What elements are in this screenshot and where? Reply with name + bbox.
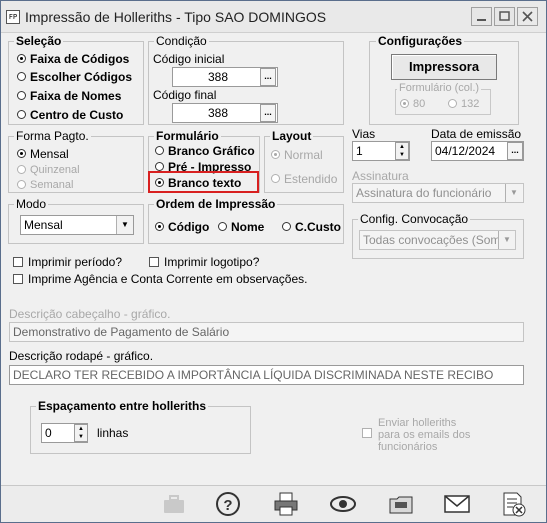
open-folder-button[interactable]	[386, 489, 416, 519]
espacamento-unit: linhas	[97, 426, 129, 440]
radio-branco-grafico[interactable]: Branco Gráfico	[155, 143, 255, 159]
radio-layout-estendido[interactable]: Estendido	[271, 171, 337, 187]
descricao-rodape-label: Descrição rodapé - gráfico.	[9, 349, 154, 363]
radio-ordem-ccusto[interactable]: C.Custo	[282, 219, 341, 235]
briefcase-button[interactable]	[159, 489, 189, 519]
codigo-inicial-lookup-button[interactable]: ...	[260, 68, 276, 86]
configuracoes-legend: Configurações	[376, 34, 465, 48]
title-bar: FP Impressão de Holleriths - Tipo SAO DO…	[1, 1, 546, 33]
highlight-box	[148, 171, 259, 193]
radio-faixa-codigos[interactable]: Faixa de Códigos	[17, 51, 129, 67]
svg-text:?: ?	[223, 497, 232, 514]
radio-col-132[interactable]: 132	[448, 96, 479, 112]
vias-label: Vias	[352, 127, 376, 141]
preview-button[interactable]	[328, 489, 358, 519]
imprimir-logotipo-checkbox[interactable]: Imprimir logotipo?	[149, 255, 259, 269]
formulario-col-legend: Formulário (col.)	[397, 82, 482, 94]
assinatura-dropdown-arrow[interactable]: ▼	[505, 184, 522, 202]
ordem-impressao-group: Ordem de Impressão Código Nome C.Custo	[148, 197, 344, 244]
imprimir-periodo-checkbox[interactable]: Imprimir período?	[13, 255, 122, 269]
layout-group: Layout Normal Estendido	[264, 129, 344, 193]
email-icon	[444, 495, 470, 513]
data-emissao-picker-button[interactable]: ...	[507, 142, 523, 160]
folder-icon	[389, 496, 413, 514]
bottom-toolbar: ?	[1, 485, 546, 522]
formulario-legend: Formulário	[154, 129, 221, 143]
radio-faixa-nomes[interactable]: Faixa de Nomes	[17, 88, 121, 104]
radio-ordem-nome[interactable]: Nome	[218, 219, 264, 235]
maximize-button[interactable]	[494, 7, 515, 26]
descricao-cabecalho-label: Descrição cabeçalho - gráfico.	[9, 307, 171, 321]
exit-icon	[503, 492, 526, 517]
assinatura-label: Assinatura	[352, 169, 409, 183]
imprime-agencia-checkbox[interactable]: Imprime Agência e Conta Corrente em obse…	[13, 272, 307, 286]
descricao-rodape-input[interactable]: DECLARO TER RECEBIDO A IMPORTÂNCIA LÍQUI…	[9, 365, 524, 385]
radio-layout-normal[interactable]: Normal	[271, 147, 323, 163]
assinatura-select[interactable]: Assinatura do funcionário	[352, 183, 524, 203]
data-emissao-label: Data de emissão	[431, 127, 522, 141]
modo-legend: Modo	[14, 197, 49, 211]
radio-semanal[interactable]: Semanal	[17, 177, 73, 193]
help-button[interactable]: ?	[213, 489, 243, 519]
codigo-final-lookup-button[interactable]: ...	[260, 104, 276, 122]
descricao-cabecalho-input[interactable]: Demonstrativo de Pagamento de Salário	[9, 322, 524, 342]
minimize-button[interactable]	[471, 7, 492, 26]
modo-group: Modo Mensal ▼	[8, 197, 144, 244]
config-convocacao-legend: Config. Convocação	[358, 212, 471, 226]
preview-eye-icon	[330, 496, 356, 512]
email-button[interactable]	[442, 489, 472, 519]
ordem-impressao-legend: Ordem de Impressão	[154, 197, 278, 211]
close-button[interactable]	[517, 7, 538, 26]
espacamento-group: Espaçamento entre holleriths 0 ▲ ▼ linhas	[30, 399, 251, 454]
enviar-emails-checkbox[interactable]: Enviar holleriths para os emails dos fun…	[362, 417, 470, 453]
layout-legend: Layout	[270, 129, 314, 143]
radio-quinzenal[interactable]: Quinzenal	[17, 162, 80, 178]
radio-col-80[interactable]: 80	[400, 96, 425, 112]
window-title: Impressão de Holleriths - Tipo SAO DOMIN…	[25, 9, 327, 25]
config-convocacao-select[interactable]: Todas convocações (Somato	[359, 230, 516, 250]
printer-icon	[274, 492, 298, 516]
minimize-icon	[477, 19, 486, 21]
config-convocacao-group: Config. Convocação Todas convocações (So…	[352, 212, 524, 259]
maximize-icon	[499, 11, 510, 21]
briefcase-icon	[164, 495, 184, 513]
codigo-inicial-label: Código inicial	[153, 52, 225, 66]
condicao-group: Condição Código inicial 388 ... Código f…	[148, 34, 344, 125]
app-icon: FP	[6, 10, 20, 24]
impressora-button[interactable]: Impressora	[391, 54, 497, 80]
forma-pagto-legend: Forma Pagto.	[14, 129, 91, 143]
radio-mensal[interactable]: Mensal	[17, 146, 69, 162]
selecao-group: Seleção Faixa de Códigos Escolher Código…	[8, 34, 144, 125]
espacamento-spinner[interactable]: ▲ ▼	[74, 424, 88, 442]
radio-centro-custo[interactable]: Centro de Custo	[17, 107, 123, 123]
dialog-window: FP Impressão de Holleriths - Tipo SAO DO…	[0, 0, 547, 523]
vias-spinner[interactable]: ▲ ▼	[395, 142, 409, 160]
condicao-legend: Condição	[154, 34, 209, 48]
modo-dropdown-arrow[interactable]: ▼	[116, 216, 133, 234]
radio-escolher-codigos[interactable]: Escolher Códigos	[17, 69, 132, 85]
forma-pagto-group: Forma Pagto. Mensal Quinzenal Semanal	[8, 129, 144, 193]
espacamento-legend: Espaçamento entre holleriths	[36, 399, 209, 413]
radio-ordem-codigo[interactable]: Código	[155, 219, 209, 235]
codigo-final-label: Código final	[153, 88, 217, 102]
selecao-legend: Seleção	[14, 34, 64, 48]
print-button[interactable]	[271, 489, 301, 519]
formulario-col-group: Formulário (col.) 80 132	[395, 82, 491, 115]
help-icon: ?	[216, 492, 240, 516]
exit-button[interactable]	[498, 489, 528, 519]
close-icon	[522, 11, 533, 22]
configuracoes-group: Configurações Impressora Formulário (col…	[369, 34, 519, 125]
config-convocacao-dropdown-arrow[interactable]: ▼	[498, 231, 515, 249]
